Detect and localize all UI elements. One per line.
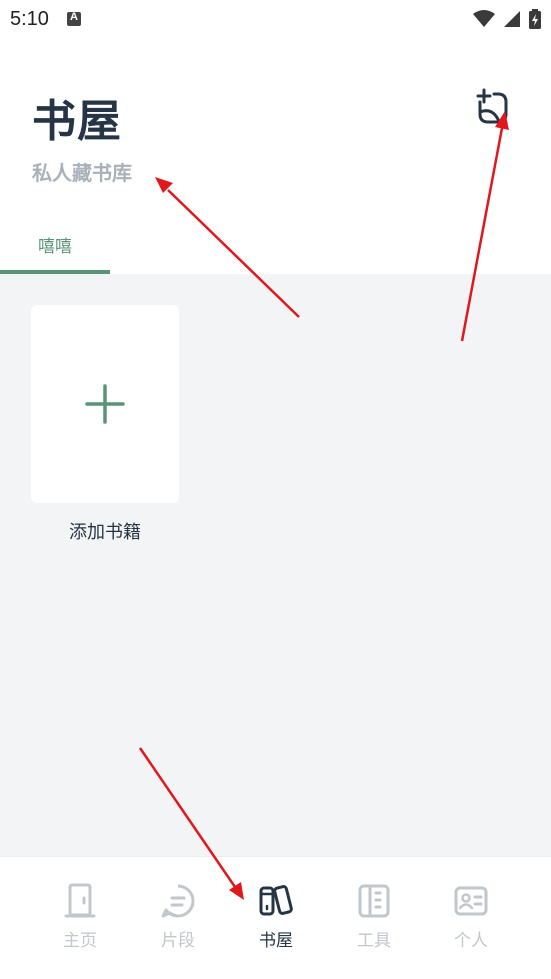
tab-bar: 嘻嘻 (0, 215, 551, 274)
bookshelf-content: 添加书籍 (0, 274, 551, 856)
profile-card-icon (453, 883, 489, 919)
add-collection-icon (476, 88, 508, 124)
nav-label: 个人 (454, 931, 488, 951)
door-icon (62, 883, 98, 919)
page-subtitle: 私人藏书库 (32, 161, 132, 185)
books-icon (258, 883, 294, 919)
add-book-top-button[interactable] (473, 87, 513, 127)
plus-icon (85, 384, 125, 424)
status-right (473, 9, 541, 29)
wifi-icon (473, 10, 495, 27)
nav-item-tools[interactable]: 工具 (326, 883, 422, 955)
nav-label: 书屋 (259, 931, 293, 951)
chat-bubble-icon (160, 883, 196, 919)
bottom-nav: 主页 片段 书屋 工具 个人 (0, 856, 551, 979)
nav-item-snippets[interactable]: 片段 (130, 883, 226, 955)
nav-item-profile[interactable]: 个人 (423, 883, 519, 955)
add-book-card[interactable] (31, 305, 179, 503)
nav-item-bookhouse[interactable]: 书屋 (228, 883, 324, 955)
battery-icon (529, 9, 541, 29)
cell-signal-icon (504, 11, 520, 27)
page-title: 书屋 (32, 96, 122, 147)
nav-item-home[interactable]: 主页 (32, 883, 128, 955)
tab-label: 嘻嘻 (38, 237, 72, 257)
nav-label: 片段 (161, 931, 195, 951)
ruler-icon (356, 883, 392, 919)
status-left: 5:10 (10, 8, 81, 31)
status-bar: 5:10 (0, 0, 551, 38)
add-book-label: 添加书籍 (69, 522, 141, 543)
status-time: 5:10 (10, 7, 49, 30)
header: 书屋 私人藏书库 (0, 60, 551, 210)
nav-label: 主页 (63, 931, 97, 951)
tab-xixi[interactable]: 嘻嘻 (0, 215, 110, 274)
nav-label: 工具 (357, 931, 391, 951)
notification-icon (66, 11, 81, 26)
